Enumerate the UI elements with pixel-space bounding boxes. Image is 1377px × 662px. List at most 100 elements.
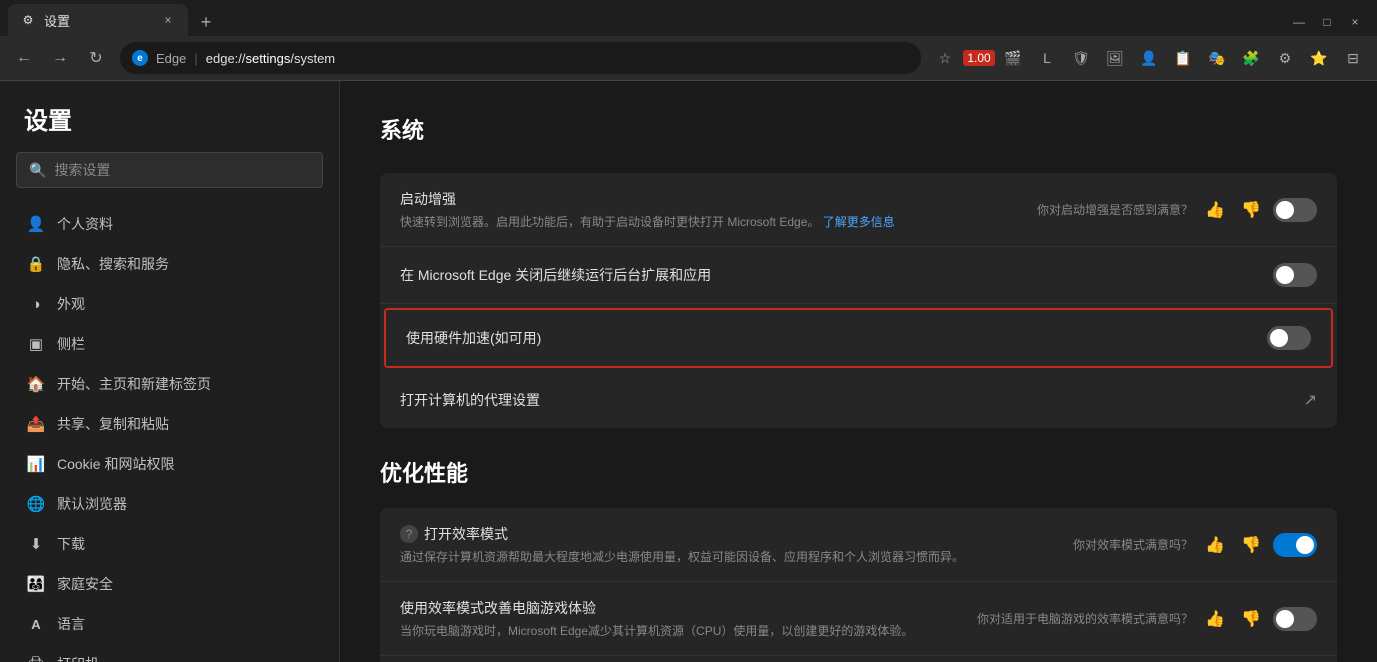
startup-boost-toggle[interactable] bbox=[1273, 198, 1317, 222]
efficiency-satisfaction: 你对效率模式满意吗？ bbox=[1073, 536, 1193, 553]
startup-boost-main: 启动增强 快速转到浏览器。启用此功能后，有助于启动设备时更快打开 Microso… bbox=[400, 189, 1037, 230]
background-run-title: 在 Microsoft Edge 关闭后继续运行后台扩展和应用 bbox=[400, 265, 1273, 285]
sidebar-item-privacy[interactable]: 🔒 隐私、搜索和服务 bbox=[0, 244, 339, 284]
sidebar-item-sidebar[interactable]: ▣ 侧栏 bbox=[0, 324, 339, 364]
favorites-icon[interactable]: ☆ bbox=[929, 42, 961, 74]
sidebar-item-profile[interactable]: 👤 个人资料 bbox=[0, 204, 339, 244]
sidebar-item-start[interactable]: 🏠 开始、主页和新建标签页 bbox=[0, 364, 339, 404]
address-bar[interactable]: e Edge | edge://settings/system bbox=[120, 42, 921, 74]
tab-favicon: ⚙ bbox=[20, 12, 36, 28]
toolbar-icons: ☆ 1.00 🎬 L 🛡 🖼 👤 📋 🎭 🧩 ⚙ ⭐ ⊟ bbox=[929, 42, 1369, 74]
search-box[interactable]: 🔍 搜索设置 bbox=[16, 152, 323, 188]
split-screen[interactable]: ⊟ bbox=[1337, 42, 1369, 74]
tab-bar: ⚙ 设置 × + — □ × bbox=[0, 0, 1377, 36]
tab-close-button[interactable]: × bbox=[160, 12, 176, 28]
sidebar-item-default-browser[interactable]: 🌐 默认浏览器 bbox=[0, 484, 339, 524]
extensions-icon[interactable]: 🧩 bbox=[1235, 42, 1267, 74]
sidebar-item-cookies[interactable]: 📊 Cookie 和网站权限 bbox=[0, 444, 339, 484]
startup-boost-link[interactable]: 了解更多信息 bbox=[823, 215, 895, 229]
browser-essentials[interactable]: 🎭 bbox=[1201, 42, 1233, 74]
sidebar-item-label: 个人资料 bbox=[57, 214, 113, 234]
gaming-satisfaction: 你对适用于电脑游戏的效率模式满意吗？ bbox=[977, 610, 1193, 627]
sidebar-item-label: 共享、复制和粘贴 bbox=[57, 414, 169, 434]
sidebar-item-language[interactable]: A 语言 bbox=[0, 604, 339, 644]
sidebar-item-label: Cookie 和网站权限 bbox=[57, 454, 174, 474]
back-button[interactable]: ← bbox=[8, 42, 40, 74]
proxy-settings-title: 打开计算机的代理设置 bbox=[400, 390, 1304, 410]
address-divider: | bbox=[194, 51, 197, 66]
hardware-accel-toggle-knob bbox=[1270, 329, 1288, 347]
optimization-settings-card: ? 打开效率模式 通过保存计算机资源帮助最大程度地减少电源使用量，权益可能因设备… bbox=[380, 508, 1337, 662]
share-icon: 📤 bbox=[27, 415, 45, 433]
sidebar-toggle[interactable]: L bbox=[1031, 42, 1063, 74]
efficiency-thumbdown[interactable]: 👎 bbox=[1237, 531, 1265, 559]
browser-chrome: ⚙ 设置 × + — □ × ← → ↻ e Edge | edge://set… bbox=[0, 0, 1377, 81]
language-icon: A bbox=[27, 615, 45, 633]
sidebar-item-share[interactable]: 📤 共享、复制和粘贴 bbox=[0, 404, 339, 444]
background-run-toggle-knob bbox=[1276, 266, 1294, 284]
profile-icon: 👤 bbox=[27, 215, 45, 233]
gaming-mode-main: 使用效率模式改善电脑游戏体验 当你玩电脑游戏时，Microsoft Edge减少… bbox=[400, 598, 977, 639]
minimize-button[interactable]: — bbox=[1285, 8, 1313, 36]
search-input[interactable]: 搜索设置 bbox=[54, 160, 110, 180]
gaming-mode-title: 使用效率模式改善电脑游戏体验 bbox=[400, 598, 977, 618]
hardware-accel-main: 使用硬件加速(如可用) bbox=[406, 328, 1267, 348]
maximize-button[interactable]: □ bbox=[1313, 8, 1341, 36]
forward-button[interactable]: → bbox=[44, 42, 76, 74]
sidebar-icon: ▣ bbox=[27, 335, 45, 353]
proxy-external-link[interactable]: ↗ bbox=[1304, 390, 1317, 410]
efficiency-help-icon[interactable]: ? bbox=[400, 525, 418, 543]
efficiency-mode-toggle[interactable] bbox=[1273, 533, 1317, 557]
gaming-thumbdown[interactable]: 👎 bbox=[1237, 605, 1265, 633]
url-middle: settings bbox=[246, 51, 291, 66]
gaming-mode-toggle[interactable] bbox=[1273, 607, 1317, 631]
efficiency-thumbup[interactable]: 👍 bbox=[1201, 531, 1229, 559]
efficiency-mode-right: 你对效率模式满意吗？ 👍 👎 bbox=[1073, 531, 1317, 559]
sidebar-item-downloads[interactable]: ⬇ 下载 bbox=[0, 524, 339, 564]
hardware-accel-title: 使用硬件加速(如可用) bbox=[406, 328, 1267, 348]
wallet-icon[interactable]: 🛡 bbox=[1065, 42, 1097, 74]
collections-icon[interactable]: 🎬 bbox=[997, 42, 1029, 74]
efficiency-mode-title: 打开效率模式 bbox=[424, 524, 508, 544]
optimization-section-title: 优化性能 bbox=[380, 456, 1337, 488]
gaming-thumbup[interactable]: 👍 bbox=[1201, 605, 1229, 633]
sidebar-item-family[interactable]: 👨‍👩‍👧 家庭安全 bbox=[0, 564, 339, 604]
new-tab-button[interactable]: + bbox=[192, 8, 220, 36]
sidebar-item-label: 侧栏 bbox=[57, 334, 85, 354]
family-icon: 👨‍👩‍👧 bbox=[27, 575, 45, 593]
address-edge-label: Edge bbox=[156, 51, 186, 66]
cookies-icon: 📊 bbox=[27, 455, 45, 473]
gaming-mode-row: 使用效率模式改善电脑游戏体验 当你玩电脑游戏时，Microsoft Edge减少… bbox=[380, 582, 1337, 656]
efficiency-title-wrap: ? 打开效率模式 bbox=[400, 524, 1073, 544]
profiles-icon[interactable]: 👤 bbox=[1133, 42, 1165, 74]
sidebar-item-printer[interactable]: 🖨 打印机 bbox=[0, 644, 339, 662]
hardware-accel-highlight: 使用硬件加速(如可用) bbox=[384, 308, 1333, 368]
settings-more[interactable]: ⚙ bbox=[1269, 42, 1301, 74]
gaming-mode-toggle-knob bbox=[1276, 610, 1294, 628]
hardware-accel-toggle[interactable] bbox=[1267, 326, 1311, 350]
background-run-main: 在 Microsoft Edge 关闭后继续运行后台扩展和应用 bbox=[400, 265, 1273, 285]
startup-boost-desc: 快速转到浏览器。启用此功能后，有助于启动设备时更快打开 Microsoft Ed… bbox=[400, 213, 1037, 230]
hardware-accel-row: 使用硬件加速(如可用) bbox=[386, 310, 1331, 366]
media-icon[interactable]: 🖼 bbox=[1099, 42, 1131, 74]
start-icon: 🏠 bbox=[27, 375, 45, 393]
sidebar-item-appearance[interactable]: ◑ 外观 bbox=[0, 284, 339, 324]
startup-boost-right: 你对启动增强是否感到满意？ 👍 👎 bbox=[1037, 196, 1317, 224]
close-button[interactable]: × bbox=[1341, 8, 1369, 36]
refresh-button[interactable]: ↻ bbox=[80, 42, 112, 74]
startup-thumbdown[interactable]: 👎 bbox=[1237, 196, 1265, 224]
background-run-row: 在 Microsoft Edge 关闭后继续运行后台扩展和应用 bbox=[380, 247, 1337, 304]
sidebar-item-label: 默认浏览器 bbox=[57, 494, 127, 514]
background-run-toggle[interactable] bbox=[1273, 263, 1317, 287]
read-aloud-icon[interactable]: 1.00 bbox=[963, 42, 995, 74]
proxy-settings-row: 打开计算机的代理设置 ↗ bbox=[380, 372, 1337, 428]
gaming-mode-right: 你对适用于电脑游戏的效率模式满意吗？ 👍 👎 bbox=[977, 605, 1317, 633]
startup-thumbup[interactable]: 👍 bbox=[1201, 196, 1229, 224]
sidebar-item-label: 隐私、搜索和服务 bbox=[57, 254, 169, 274]
background-run-right bbox=[1273, 263, 1317, 287]
efficiency-mode-toggle-knob bbox=[1296, 536, 1314, 554]
startup-boost-toggle-knob bbox=[1276, 201, 1294, 219]
screenshot-icon[interactable]: 📋 bbox=[1167, 42, 1199, 74]
add-to-favorites[interactable]: ⭐ bbox=[1303, 42, 1335, 74]
active-tab[interactable]: ⚙ 设置 × bbox=[8, 4, 188, 36]
